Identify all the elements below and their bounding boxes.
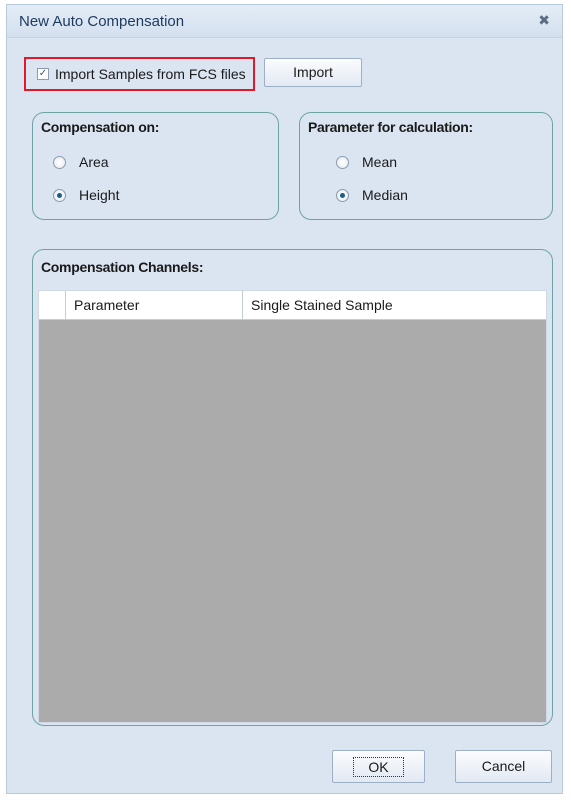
close-icon[interactable]: ✖	[538, 12, 550, 29]
compensation-on-group: Compensation on: Area Height	[32, 112, 279, 220]
parameter-for-calculation-group: Parameter for calculation: Mean Median	[299, 112, 553, 220]
row-header-column[interactable]	[39, 291, 66, 319]
import-button[interactable]: Import	[264, 58, 362, 87]
title-bar: New Auto Compensation ✖	[7, 5, 562, 38]
import-samples-checkbox[interactable]: ✓	[37, 68, 49, 80]
compensation-channels-group: Compensation Channels: Parameter Single …	[32, 249, 553, 726]
ok-button[interactable]: OK	[332, 750, 425, 783]
cancel-button-label: Cancel	[481, 758, 526, 774]
column-header-single-stained-sample[interactable]: Single Stained Sample	[243, 291, 546, 319]
column-header-parameter[interactable]: Parameter	[66, 291, 243, 319]
radio-median-label: Median	[362, 187, 408, 203]
import-samples-highlight: ✓ Import Samples from FCS files	[24, 57, 255, 91]
compensation-channels-title: Compensation Channels:	[41, 259, 204, 275]
parameter-for-calculation-title: Parameter for calculation:	[308, 119, 473, 135]
import-button-label: Import	[293, 64, 333, 80]
cancel-button[interactable]: Cancel	[455, 750, 552, 783]
radio-height-indicator[interactable]	[53, 189, 66, 202]
radio-area-label: Area	[79, 154, 109, 170]
window-title: New Auto Compensation	[19, 13, 185, 30]
import-samples-label: Import Samples from FCS files	[55, 66, 246, 82]
radio-area-indicator[interactable]	[53, 156, 66, 169]
radio-mean-indicator[interactable]	[336, 156, 349, 169]
compensation-on-title: Compensation on:	[41, 119, 160, 135]
radio-height-label: Height	[79, 187, 120, 203]
radio-mean-label: Mean	[362, 154, 398, 170]
compensation-channels-grid[interactable]: Parameter Single Stained Sample	[38, 290, 547, 723]
grid-header: Parameter Single Stained Sample	[39, 291, 546, 320]
radio-median-indicator[interactable]	[336, 189, 349, 202]
ok-button-label: OK	[353, 757, 404, 777]
